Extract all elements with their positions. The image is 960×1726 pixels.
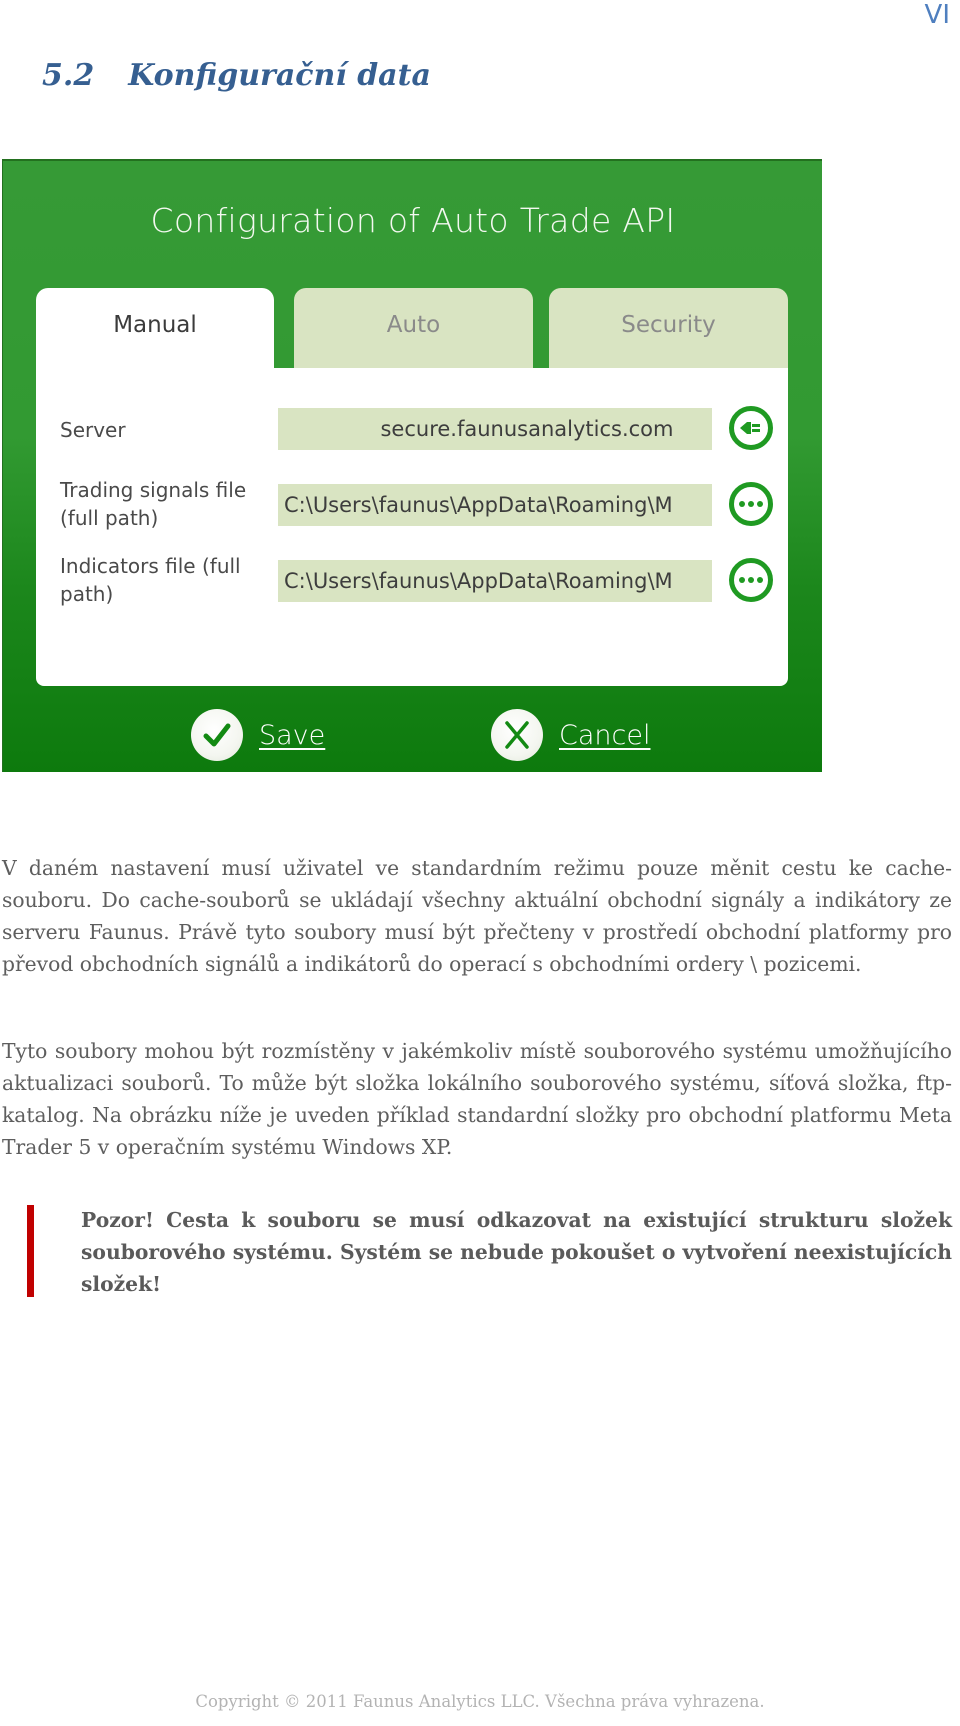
tab-manual[interactable]: Manual [36,288,274,378]
cancel-button[interactable]: Cancel [491,704,650,766]
server-input[interactable] [278,408,712,450]
save-button[interactable]: Save [191,704,325,766]
page-number: VI [924,0,950,30]
tab-auto[interactable]: Auto [294,288,533,370]
check-circle [191,709,243,761]
browse-trading-signals-button[interactable] [729,482,773,526]
trading-signals-path-input[interactable] [278,484,712,526]
warning-marker [27,1205,34,1297]
manual-settings-panel: Server Trading signals file (full path) … [36,368,788,686]
body-paragraph: Tyto soubory mohou být rozmístěny v jaké… [2,1039,952,1159]
copyright-footer: Copyright © 2011 Faunus Analytics LLC. V… [195,1692,765,1711]
x-circle [491,709,543,761]
trading-signals-label: Trading signals file (full path) [60,478,247,530]
checkmark-icon [203,723,231,747]
save-label: Save [259,719,326,751]
browse-indicators-button[interactable] [729,558,773,602]
section-heading: 5.2 Konfigurační data [42,58,431,93]
section-number: 5.2 [42,58,95,93]
warning-text: Pozor! Cesta k souboru se musí odkazovat… [81,1208,952,1296]
cancel-label: Cancel [559,719,651,751]
indicators-label: Indicators file (full path) [60,554,241,606]
dialog-title: Configuration of Auto Trade API [150,201,676,240]
tab-security[interactable]: Security [549,288,788,370]
close-icon [505,721,529,749]
section-title: Konfigurační data [128,58,431,93]
more-icon [739,501,763,507]
plug-icon [740,422,760,434]
indicators-path-input[interactable] [278,560,712,602]
more-icon [739,577,763,583]
connect-button[interactable] [729,406,773,450]
body-paragraph: V daném nastavení musí uživatel ve stand… [2,856,952,976]
server-label: Server [60,418,126,442]
config-dialog-screenshot: Configuration of Auto Trade API Manual A… [2,159,822,772]
